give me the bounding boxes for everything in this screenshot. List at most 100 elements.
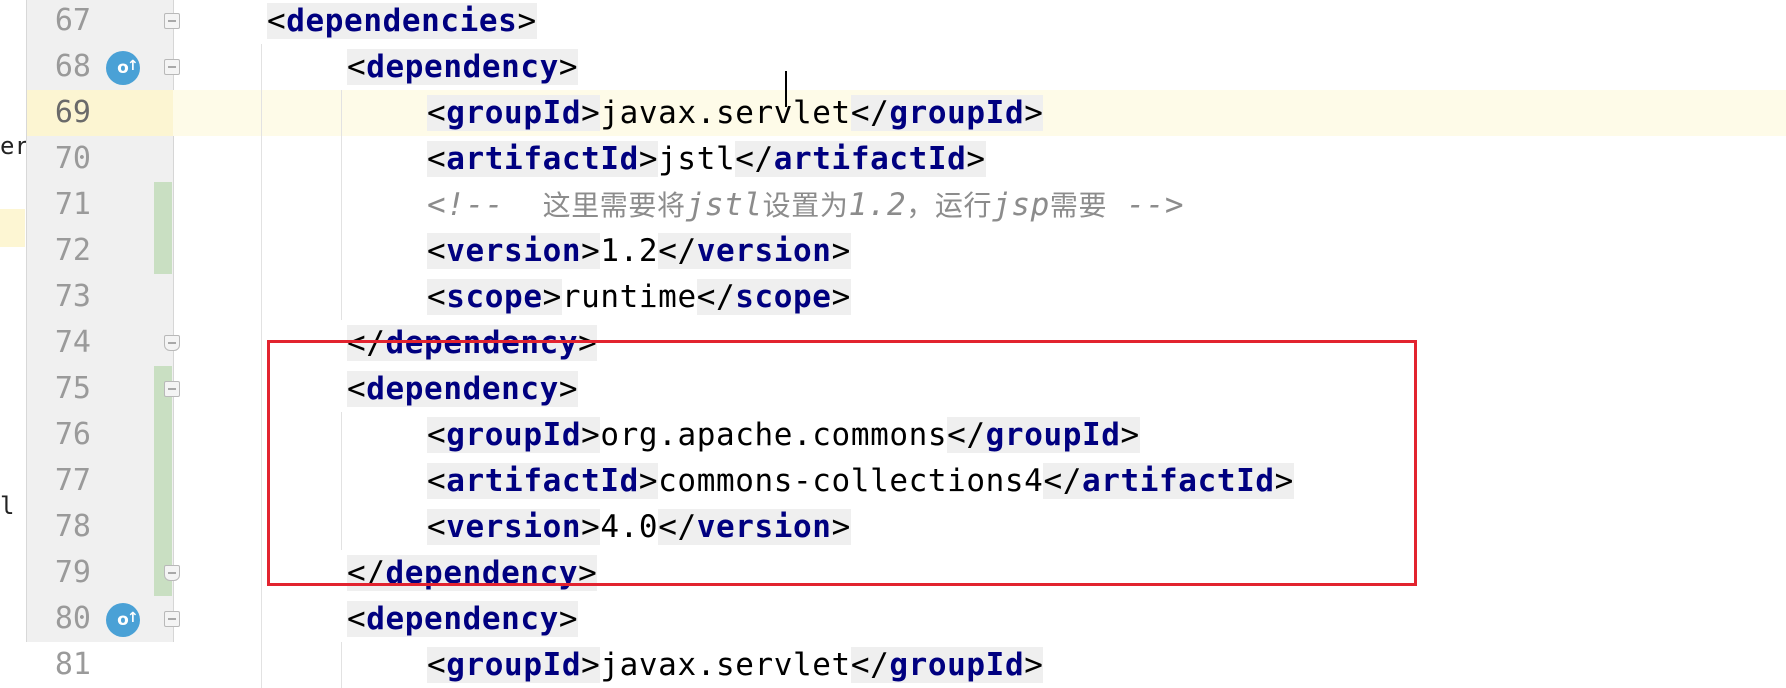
tag-name: groupId [446, 95, 582, 131]
tag-name: groupId [446, 647, 582, 683]
code-text[interactable]: <dependency> [347, 44, 579, 90]
xml-open-tag: <scope> [427, 279, 562, 315]
up-arrow-icon: ↑ [127, 58, 139, 74]
code-line-67[interactable]: 67 <dependencies> [0, 0, 1786, 44]
line-number[interactable]: 73 [27, 274, 91, 320]
code-line-72[interactable]: 72 <version>1.2</version> [0, 228, 1786, 274]
tag-bracket: > [581, 233, 601, 269]
tag-name: artifactId [773, 141, 967, 177]
line-number[interactable]: 69 [27, 90, 91, 136]
element-value: javax.servlet [600, 647, 851, 683]
comment-text: jstl [685, 187, 763, 223]
comment-text: jsp [992, 187, 1050, 223]
vcs-change-marker[interactable] [154, 182, 172, 228]
xml-close-tag: </version> [658, 233, 851, 269]
code-text[interactable]: <groupId>javax.servlet</groupId> [427, 642, 1044, 688]
indent-guide [261, 228, 262, 274]
line-number[interactable]: 67 [27, 0, 91, 44]
xml-tag: <dependency> [347, 601, 579, 637]
tag-bracket: < [347, 49, 367, 85]
line-number[interactable]: 72 [27, 228, 91, 274]
vcs-change-marker[interactable] [154, 504, 172, 550]
indent-guide [261, 642, 262, 688]
code-line-73[interactable]: 73 <scope>runtime</scope> [0, 274, 1786, 320]
code-line-69[interactable]: 69 <groupId>javax.servlet</groupId> [0, 90, 1786, 136]
tag-bracket: > [581, 647, 601, 683]
xml-close-tag: </artifactId> [735, 141, 986, 177]
indent-guide [261, 182, 262, 228]
tag-name: dependencies [286, 3, 518, 39]
element-value: 1.2 [600, 233, 659, 269]
maven-override-icon[interactable]: o ↑ [106, 51, 140, 85]
comment-text: ，运行 [906, 189, 993, 222]
indent-guide [341, 274, 342, 320]
vcs-change-marker[interactable] [154, 228, 172, 274]
indent-guide [341, 642, 342, 688]
indent-guide [261, 596, 262, 642]
indent-guide [341, 136, 342, 182]
code-line-68[interactable]: 68 o ↑ <dependency> [0, 44, 1786, 90]
code-text[interactable]: <dependency> [347, 596, 579, 642]
comment-text: 设置为 [762, 189, 849, 222]
element-value: runtime [561, 279, 697, 315]
comment-text: <!-- [427, 187, 543, 223]
maven-override-icon[interactable]: o ↑ [106, 603, 140, 637]
indent-guide [261, 366, 262, 412]
tag-bracket: < [427, 141, 447, 177]
fold-collapse-icon[interactable] [164, 381, 180, 397]
code-text[interactable]: <dependencies> [267, 0, 537, 44]
tag-bracket: </ [735, 141, 774, 177]
line-number[interactable]: 76 [27, 412, 91, 458]
tag-bracket: > [558, 49, 579, 85]
tag-bracket: </ [658, 233, 697, 269]
vcs-change-marker[interactable] [154, 412, 172, 458]
xml-tag: <dependency> [347, 49, 579, 85]
xml-close-tag: </groupId> [850, 647, 1044, 683]
fold-end-icon[interactable] [164, 565, 180, 581]
line-number[interactable]: 77 [27, 458, 91, 504]
element-value: jstl [658, 141, 736, 177]
xml-close-tag: </groupId> [850, 95, 1044, 131]
tag-bracket: > [517, 3, 537, 39]
fold-end-icon[interactable] [164, 335, 180, 351]
comment-text: 1.2 [848, 187, 907, 223]
vcs-change-marker[interactable] [154, 458, 172, 504]
xml-open-tag: <version> [427, 233, 601, 269]
code-text[interactable]: <scope>runtime</scope> [427, 274, 851, 320]
code-line-70[interactable]: 70 <artifactId>jstl</artifactId> [0, 136, 1786, 182]
fold-collapse-icon[interactable] [164, 611, 180, 627]
tag-bracket: > [966, 141, 986, 177]
line-number[interactable]: 80 [27, 596, 91, 642]
tag-bracket: > [558, 601, 579, 637]
tag-bracket: < [347, 601, 367, 637]
line-number[interactable]: 81 [27, 642, 91, 688]
code-line-71[interactable]: 71 <!-- 这里需要将jstl设置为1.2，运行jsp需要 --> [0, 182, 1786, 228]
line-number[interactable]: 78 [27, 504, 91, 550]
line-number[interactable]: 79 [27, 550, 91, 596]
line-number[interactable]: 68 [27, 44, 91, 90]
tag-name: dependency [366, 601, 559, 637]
tag-bracket: </ [850, 95, 890, 131]
tag-name: groupId [889, 647, 1025, 683]
text-caret [785, 71, 787, 107]
code-text[interactable]: <artifactId>jstl</artifactId> [427, 136, 986, 182]
line-number[interactable]: 70 [27, 136, 91, 182]
tag-bracket: < [427, 279, 447, 315]
code-text[interactable]: <version>1.2</version> [427, 228, 851, 274]
xml-open-tag: <artifactId> [427, 141, 659, 177]
tag-name: version [696, 233, 832, 269]
line-number[interactable]: 74 [27, 320, 91, 366]
indent-guide [261, 90, 262, 136]
fold-collapse-icon[interactable] [164, 13, 180, 29]
indent-guide [261, 274, 262, 320]
indent-guide [261, 504, 262, 550]
code-line-81[interactable]: 81 <groupId>javax.servlet</groupId> [0, 642, 1786, 688]
code-text[interactable]: <!-- 这里需要将jstl设置为1.2，运行jsp需要 --> [427, 182, 1184, 228]
line-number[interactable]: 71 [27, 182, 91, 228]
code-line-80[interactable]: 80 o ↑ <dependency> [0, 596, 1786, 642]
code-text[interactable]: <groupId>javax.servlet</groupId> [427, 90, 1044, 136]
fold-collapse-icon[interactable] [164, 59, 180, 75]
tag-name: dependency [366, 49, 559, 85]
line-number[interactable]: 75 [27, 366, 91, 412]
tag-name: artifactId [446, 141, 639, 177]
